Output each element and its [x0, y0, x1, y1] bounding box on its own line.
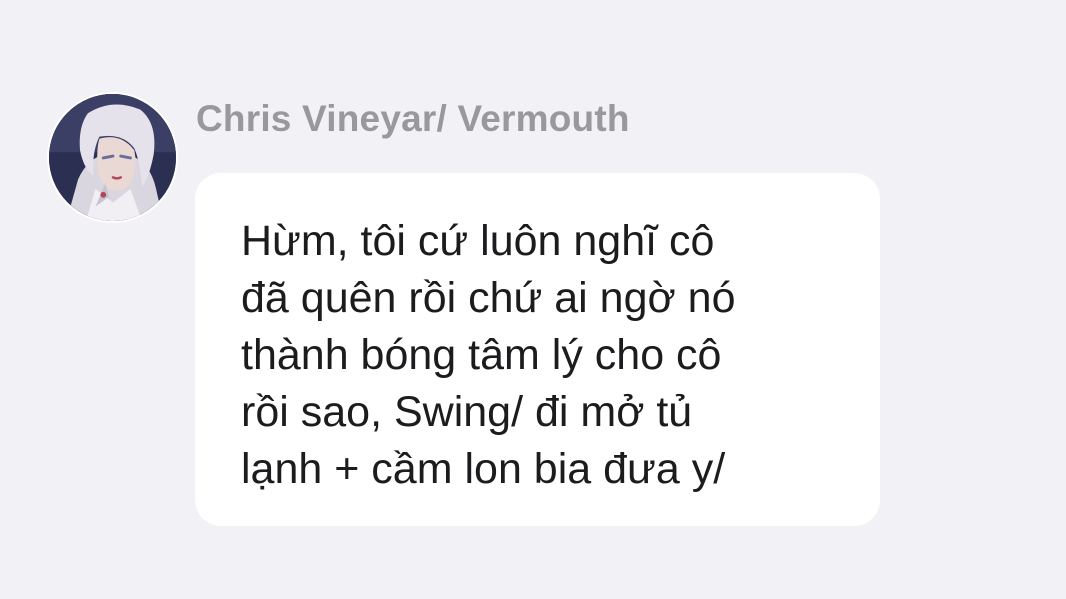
message-line: rồi sao, Swing/ đi mở tủ	[241, 388, 693, 436]
character-portrait-icon	[49, 94, 176, 221]
message-line: lạnh + cầm lon bia đưa y/	[241, 445, 726, 493]
avatar[interactable]	[47, 92, 178, 223]
message-line: thành bóng tâm lý cho cô	[241, 331, 722, 379]
chat-message: Chris Vineyar/ Vermouth Hừm, tôi cứ luôn…	[0, 0, 1066, 599]
message-line: đã quên rồi chứ ai ngờ nó	[241, 274, 736, 322]
sender-name: Chris Vineyar/ Vermouth	[196, 98, 630, 139]
message-text: Hừm, tôi cứ luôn nghĩ cô đã quên rồi chứ…	[241, 213, 840, 498]
message-line: Hừm, tôi cứ luôn nghĩ cô	[241, 217, 715, 265]
message-bubble[interactable]: Hừm, tôi cứ luôn nghĩ cô đã quên rồi chứ…	[195, 173, 880, 526]
